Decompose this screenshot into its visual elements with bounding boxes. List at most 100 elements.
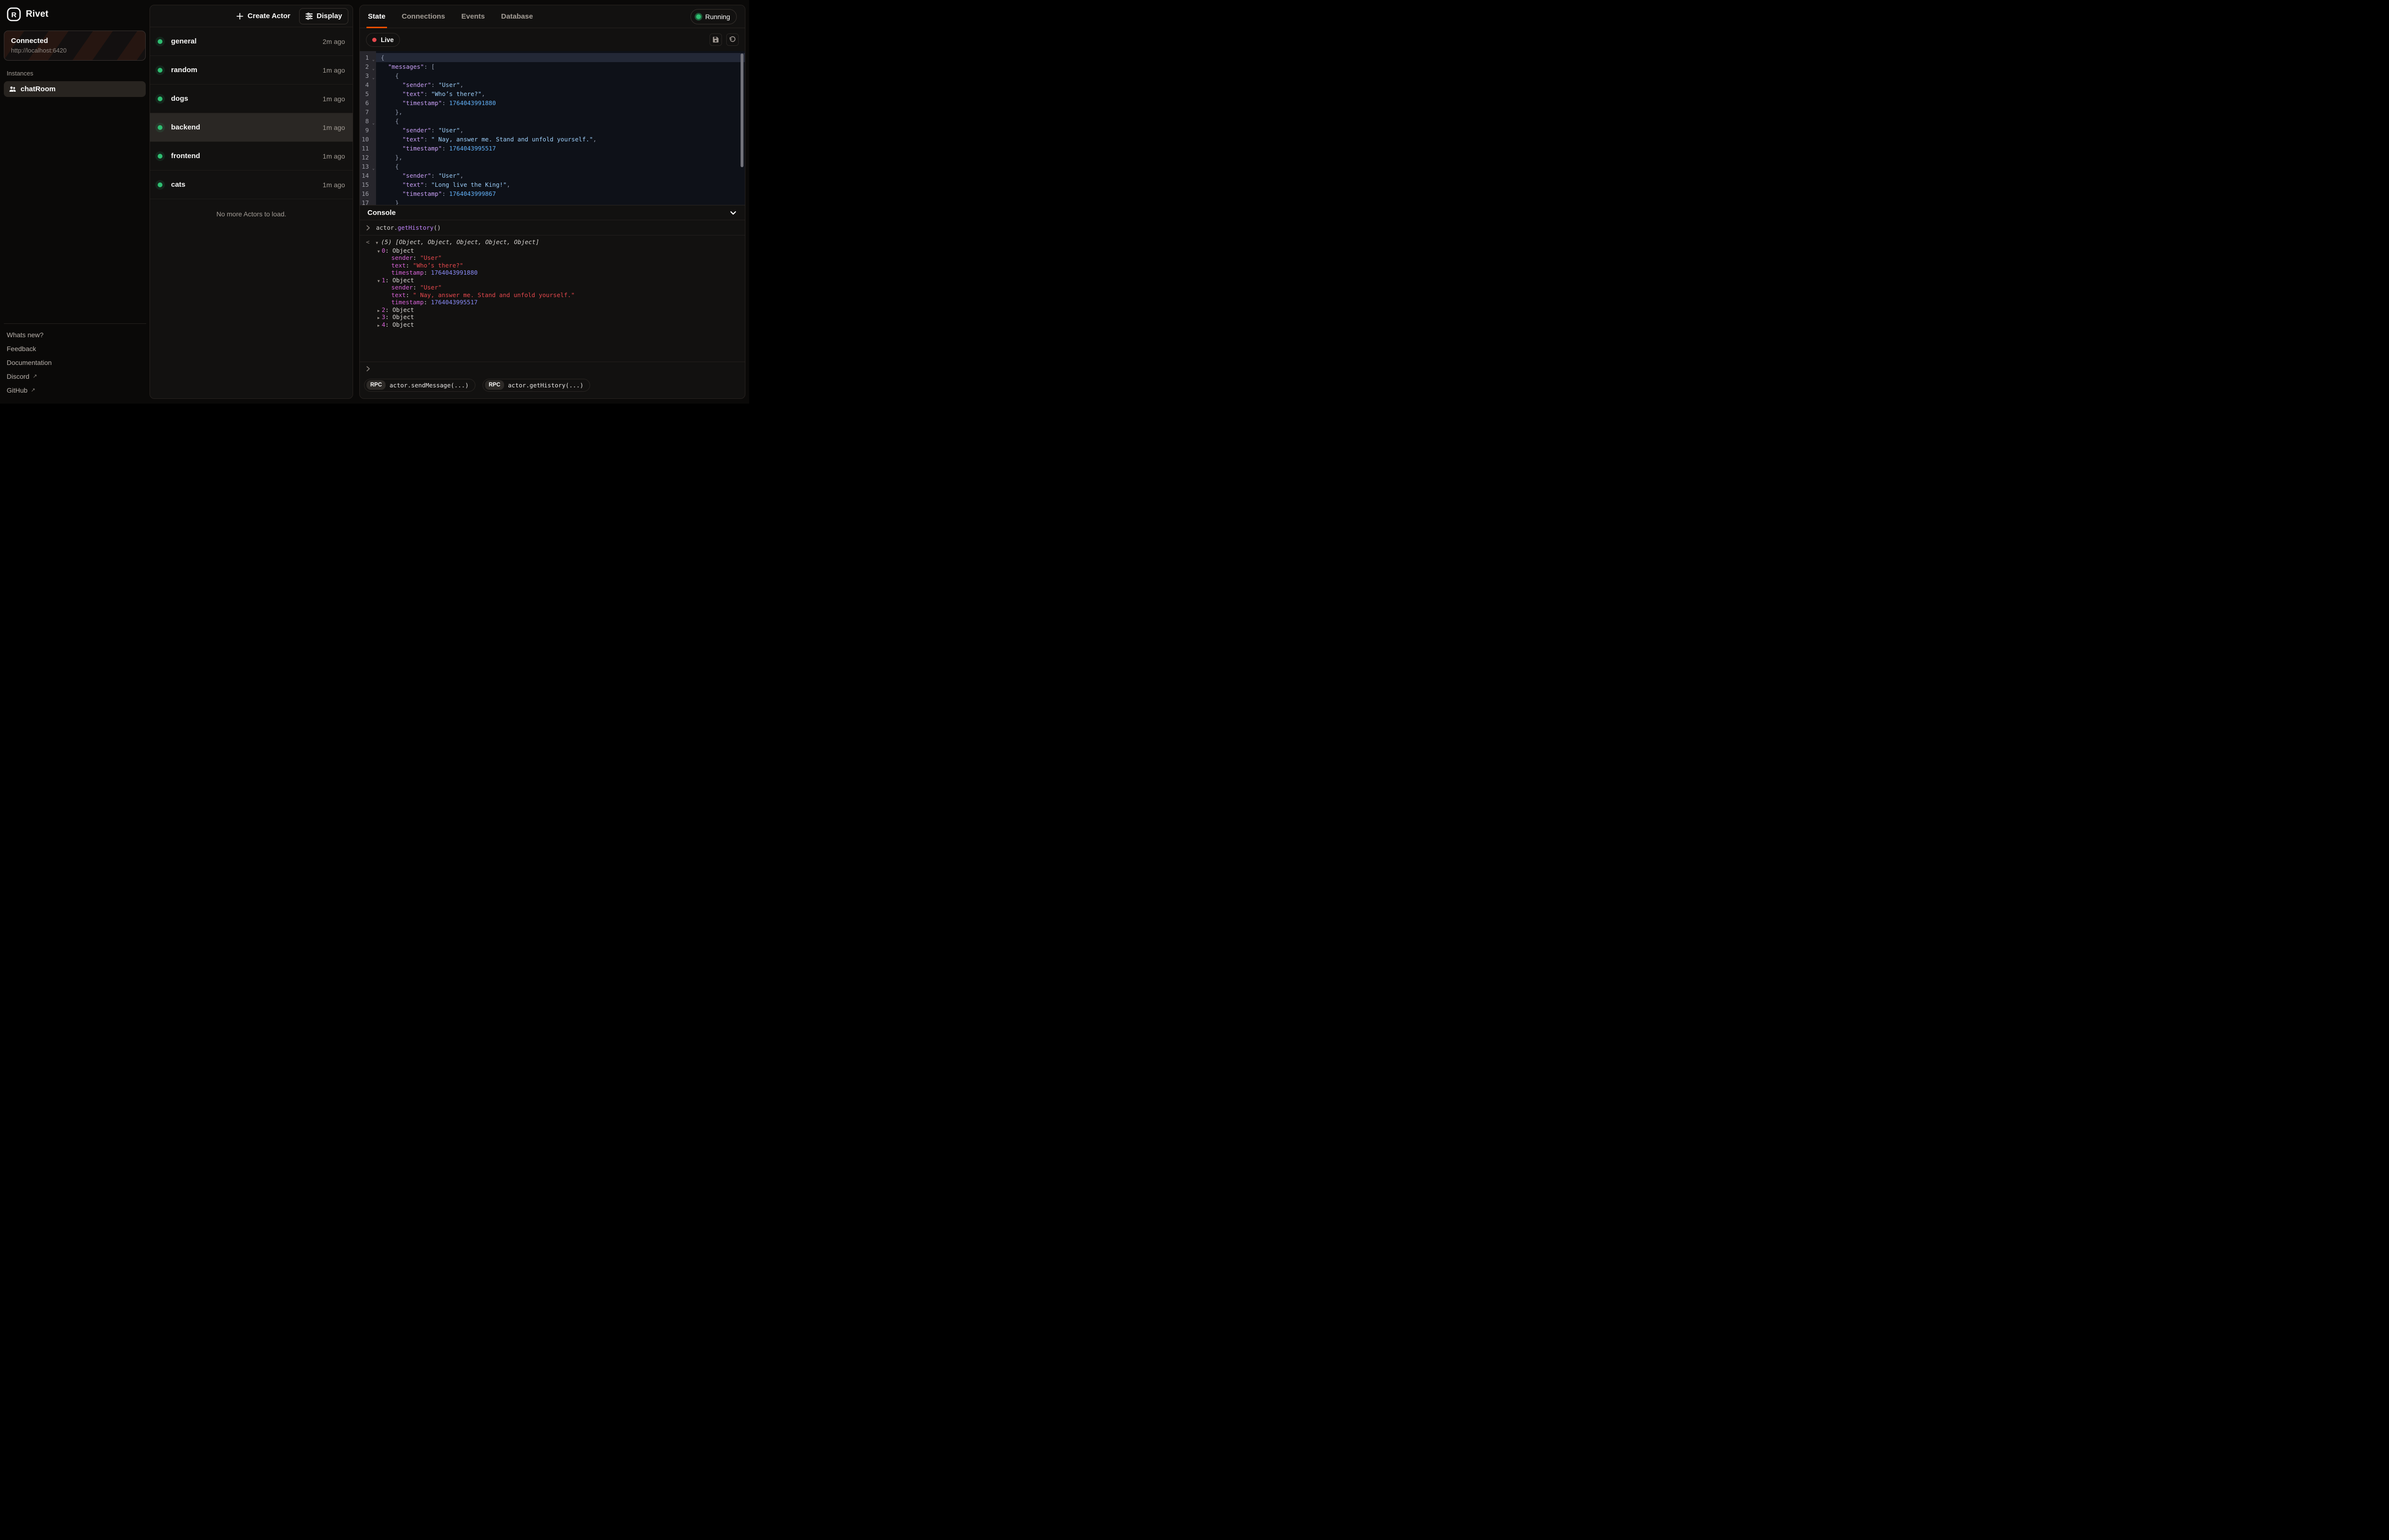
- prop-value: " Nay, answer me. Stand and unfold yours…: [413, 291, 575, 299]
- tab-database[interactable]: Database: [501, 5, 533, 28]
- actor-row[interactable]: dogs1m ago: [150, 85, 353, 113]
- actor-updated-time: 1m ago: [323, 66, 345, 74]
- sidebar-link-discord[interactable]: Discord↗: [4, 369, 146, 383]
- chevron-right-icon: [365, 225, 371, 231]
- console-object-tree: ▼0: Objectsender: "User"text: "Who’s the…: [360, 247, 745, 329]
- save-icon: [712, 36, 719, 43]
- editor-line-number: 4: [360, 80, 376, 89]
- actor-row[interactable]: random1m ago: [150, 56, 353, 85]
- brand-name: Rivet: [26, 9, 48, 20]
- rpc-shortcut-button[interactable]: RPCactor.sendMessage(...): [364, 379, 475, 392]
- console-tree-item[interactable]: ▼0: Object: [360, 247, 745, 255]
- prop-key: sender: [391, 284, 413, 291]
- state-json-editor[interactable]: 1⌄2⌄3⌄45678⌄910111213⌄14151617 { "messag…: [360, 51, 745, 205]
- actor-row[interactable]: backend1m ago: [150, 113, 353, 142]
- connection-status-card: Connected http://localhost:6420: [4, 31, 146, 61]
- save-state-button[interactable]: [710, 33, 722, 46]
- editor-line-number: 13⌄: [360, 162, 376, 171]
- editor-line-number: 5: [360, 89, 376, 98]
- triangle-right-icon[interactable]: ▶: [377, 323, 380, 328]
- editor-scrollbar[interactable]: [741, 53, 743, 167]
- actors-header: Create Actor Display: [150, 5, 353, 27]
- object-word: : Object: [385, 321, 414, 328]
- actor-row[interactable]: cats 1m ago: [150, 171, 353, 199]
- tab-events[interactable]: Events: [462, 5, 485, 28]
- triangle-down-icon[interactable]: ▼: [377, 249, 380, 254]
- console-tree-prop: sender: "User": [360, 284, 745, 291]
- state-toolbar: Live: [360, 28, 745, 51]
- triangle-down-icon[interactable]: ▼: [376, 239, 378, 247]
- triangle-down-icon[interactable]: ▼: [377, 279, 380, 283]
- external-link-icon: ↗: [31, 387, 35, 393]
- editor-code-line: "sender": "User",: [376, 80, 745, 89]
- actor-name: dogs: [171, 95, 188, 103]
- console-title: Console: [367, 209, 396, 217]
- console-tree-item[interactable]: ▶2: Object: [360, 306, 745, 314]
- editor-line-number: 3⌄: [360, 71, 376, 80]
- editor-code-line: "timestamp": 1764043995517: [376, 144, 745, 153]
- running-dot-icon: [696, 14, 701, 19]
- editor-code-line: },: [376, 107, 745, 117]
- editor-code: { "messages": [ { "sender": "User", "tex…: [376, 51, 745, 205]
- live-badge[interactable]: Live: [366, 33, 400, 47]
- status-dot-icon: [158, 154, 162, 159]
- prop-key: sender: [391, 254, 413, 261]
- actor-updated-time: 1m ago: [323, 152, 345, 160]
- editor-line-number: 10: [360, 135, 376, 144]
- triangle-right-icon[interactable]: ▶: [377, 316, 380, 320]
- console-prompt[interactable]: [360, 362, 745, 375]
- object-word: : Object: [385, 306, 414, 313]
- prop-key: text: [391, 291, 406, 299]
- editor-line-number: 1⌄: [360, 53, 376, 62]
- actor-row[interactable]: general 2m ago: [150, 27, 353, 56]
- sidebar-link-documentation[interactable]: Documentation: [4, 355, 146, 369]
- reset-state-button[interactable]: [726, 33, 739, 46]
- editor-code-line: "text": " Nay, answer me. Stand and unfo…: [376, 135, 745, 144]
- rpc-shortcuts: RPCactor.sendMessage(...) RPC actor.getHis…: [360, 375, 745, 398]
- editor-line-number: 6: [360, 98, 376, 107]
- actors-list: general2m agorandom1m agodogs1m agobacke…: [150, 27, 353, 199]
- prop-value: "User": [420, 254, 441, 261]
- actors-end-message: No more Actors to load.: [150, 210, 353, 218]
- result-summary: (5) [Object, Object, Object, Object, Obj…: [381, 238, 539, 246]
- create-actor-button[interactable]: Create Actor: [231, 9, 296, 24]
- editor-gutter: 1⌄2⌄3⌄45678⌄910111213⌄14151617: [360, 51, 376, 205]
- display-button[interactable]: Display: [299, 8, 348, 24]
- console-tree-item[interactable]: ▶3: Object: [360, 313, 745, 321]
- actor-row[interactable]: frontend1m ago: [150, 142, 353, 171]
- chevron-down-icon[interactable]: [729, 209, 737, 217]
- connection-url: http://localhost:6420: [11, 47, 139, 54]
- rpc-shortcut-button[interactable]: RPC actor.getHistory(...): [483, 379, 590, 392]
- prop-key: timestamp: [391, 299, 424, 306]
- chevron-right-icon: [365, 366, 371, 372]
- rpc-method-label: actor.getHistory(...): [508, 382, 583, 389]
- sidebar: R Rivet Connected http://localhost:6420 …: [0, 0, 150, 404]
- console-tree-item[interactable]: ▼1: Object: [360, 277, 745, 284]
- actor-name: cats: [171, 181, 185, 189]
- actor-updated-time: 2m ago: [323, 38, 345, 45]
- console-result-row: < ▼ (5) [Object, Object, Object, Object,…: [360, 238, 745, 247]
- tab-connections[interactable]: Connections: [402, 5, 445, 28]
- status-dot-icon: [158, 68, 162, 73]
- console-header[interactable]: Console: [360, 205, 745, 220]
- live-dot-icon: [372, 38, 377, 42]
- sidebar-link-feedback[interactable]: Feedback: [4, 342, 146, 355]
- prop-value: "User": [420, 284, 441, 291]
- status-dot-icon: [158, 96, 162, 101]
- editor-line-number: 11: [360, 144, 376, 153]
- inspector-panel: StateConnectionsEventsDatabase Running L…: [359, 5, 745, 399]
- console-tree-prop: timestamp: 1764043991880: [360, 269, 745, 277]
- tab-state[interactable]: State: [368, 5, 386, 28]
- actor-updated-time: 1m ago: [323, 181, 345, 189]
- rpc-tag: RPC: [485, 380, 504, 390]
- editor-line-number: 8⌄: [360, 117, 376, 126]
- triangle-right-icon[interactable]: ▶: [377, 309, 380, 313]
- editor-line-number: 9: [360, 126, 376, 135]
- actor-name: general: [171, 37, 196, 45]
- sidebar-item-instance[interactable]: chatRoom: [4, 81, 146, 97]
- console-command-row: actor.getHistory(): [360, 220, 745, 235]
- sidebar-link-github[interactable]: GitHub↗: [4, 383, 146, 397]
- console-tree-item[interactable]: ▶4: Object: [360, 321, 745, 329]
- plus-icon: [237, 13, 243, 20]
- sidebar-link-whats-new-[interactable]: Whats new?: [4, 328, 146, 342]
